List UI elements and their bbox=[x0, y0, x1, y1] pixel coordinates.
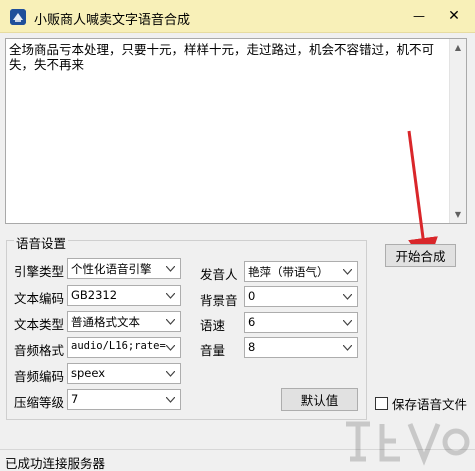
status-text: 已成功连接服务器 bbox=[5, 456, 106, 471]
chevron-down-icon[interactable] bbox=[162, 339, 179, 356]
audio-format-value: audio/L16;rate= bbox=[71, 340, 166, 352]
speed-label: 语速 bbox=[200, 318, 226, 333]
text-encoding-value: GB2312 bbox=[71, 288, 118, 302]
speaker-value: 艳萍（带语气） bbox=[248, 265, 329, 279]
speaker-select[interactable]: 艳萍（带语气） bbox=[244, 261, 358, 282]
chevron-down-icon[interactable] bbox=[162, 260, 179, 277]
chevron-down-icon[interactable] bbox=[339, 314, 356, 331]
text-encoding-label: 文本编码 bbox=[14, 291, 65, 306]
default-values-button[interactable]: 默认值 bbox=[281, 388, 358, 411]
audio-codec-value: speex bbox=[71, 366, 106, 380]
engine-type-select[interactable]: 个性化语音引擎 bbox=[67, 258, 181, 279]
chevron-down-icon[interactable] bbox=[339, 339, 356, 356]
vertical-scrollbar[interactable]: ▲ ▼ bbox=[449, 39, 466, 223]
save-audio-checkbox[interactable] bbox=[375, 396, 388, 410]
engine-type-value: 个性化语音引擎 bbox=[71, 262, 152, 276]
start-synthesis-label: 开始合成 bbox=[395, 249, 446, 264]
text-encoding-select[interactable]: GB2312 bbox=[67, 285, 181, 306]
title-bar: 小贩商人喊卖文字语音合成 — ✕ bbox=[0, 0, 475, 33]
input-text: 全场商品亏本处理，只要十元，样样十元，走过路过，机会不容错过，机不可失，失不再来 bbox=[9, 42, 435, 72]
background-sound-select[interactable]: 0 bbox=[244, 286, 358, 307]
engine-type-label: 引擎类型 bbox=[14, 264, 65, 279]
audio-format-select[interactable]: audio/L16;rate= bbox=[67, 337, 181, 358]
chevron-down-icon[interactable] bbox=[162, 287, 179, 304]
speed-value: 6 bbox=[248, 315, 256, 329]
window-title: 小贩商人喊卖文字语音合成 bbox=[34, 13, 191, 28]
chevron-down-icon[interactable] bbox=[339, 263, 356, 280]
watermark-logo bbox=[346, 421, 470, 466]
chevron-down-icon[interactable] bbox=[339, 288, 356, 305]
default-values-label: 默认值 bbox=[300, 393, 339, 408]
save-audio-option[interactable]: 保存语音文件 bbox=[375, 395, 468, 412]
text-type-label: 文本类型 bbox=[14, 317, 65, 332]
scroll-up-icon[interactable]: ▲ bbox=[450, 39, 466, 56]
close-icon: ✕ bbox=[448, 8, 460, 24]
chevron-down-icon[interactable] bbox=[162, 313, 179, 330]
speaker-label: 发音人 bbox=[200, 267, 238, 282]
compression-level-select[interactable]: 7 bbox=[67, 389, 181, 410]
scroll-down-icon[interactable]: ▼ bbox=[450, 206, 466, 223]
audio-codec-select[interactable]: speex bbox=[67, 363, 181, 384]
text-type-select[interactable]: 普通格式文本 bbox=[67, 311, 181, 332]
text-type-value: 普通格式文本 bbox=[71, 315, 140, 329]
chevron-down-icon[interactable] bbox=[162, 365, 179, 382]
speed-select[interactable]: 6 bbox=[244, 312, 358, 333]
compression-level-label: 压缩等级 bbox=[14, 395, 65, 410]
volume-select[interactable]: 8 bbox=[244, 337, 358, 358]
close-button[interactable]: ✕ bbox=[433, 0, 475, 32]
background-sound-value: 0 bbox=[248, 289, 256, 303]
save-audio-label: 保存语音文件 bbox=[392, 396, 468, 412]
voice-settings-title: 语音设置 bbox=[14, 233, 69, 252]
volume-value: 8 bbox=[248, 340, 256, 354]
compression-level-value: 7 bbox=[71, 392, 79, 406]
chevron-down-icon[interactable] bbox=[162, 391, 179, 408]
start-synthesis-button[interactable]: 开始合成 bbox=[385, 244, 456, 267]
audio-codec-label: 音频编码 bbox=[14, 369, 65, 384]
minimize-icon: — bbox=[413, 9, 425, 23]
background-sound-label: 背景音 bbox=[200, 293, 238, 308]
audio-format-label: 音频格式 bbox=[14, 343, 65, 358]
app-icon bbox=[10, 9, 26, 25]
volume-label: 音量 bbox=[200, 343, 226, 358]
